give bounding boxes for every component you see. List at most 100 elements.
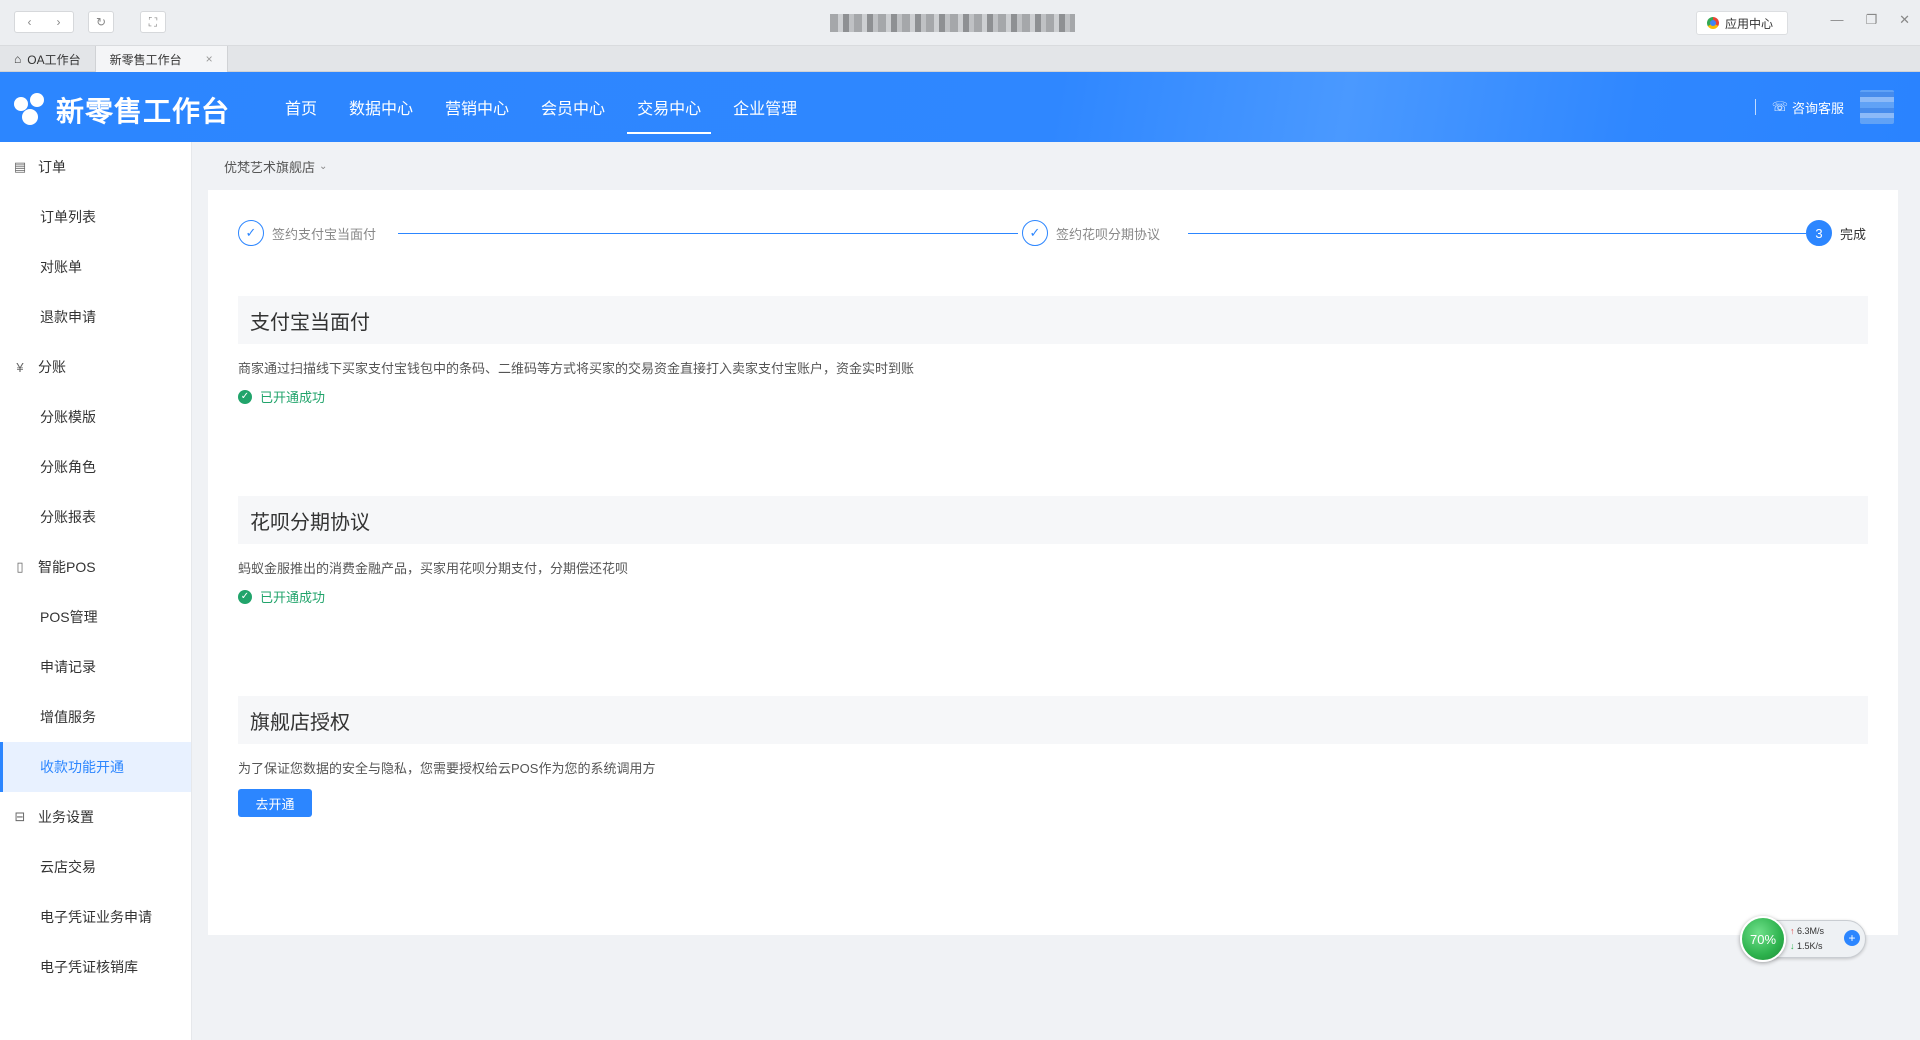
back-icon[interactable]: ‹ — [15, 15, 44, 29]
sidebar-item-e-voucher-application[interactable]: 电子凭证业务申请 — [0, 892, 191, 942]
tab-retail[interactable]: 新零售工作台 × — [95, 46, 228, 72]
sidebar-item-statement[interactable]: 对账单 — [0, 242, 191, 292]
app-header: 新零售工作台 首页 数据中心 营销中心 会员中心 交易中心 企业管理 ☏ 咨询客… — [0, 72, 1920, 142]
logo-icon — [14, 93, 48, 127]
window-controls: — ❐ ✕ — [1830, 12, 1910, 28]
browser-tabbar: ⌂ OA工作台 新零售工作台 × — [0, 46, 1920, 72]
sidebar-group-split[interactable]: ¥ 分账 — [0, 342, 191, 392]
section-title: 花呗分期协议 — [238, 496, 1868, 544]
tab-label: 新零售工作台 — [109, 52, 182, 67]
section-description: 商家通过扫描线下买家支付宝钱包中的条码、二维码等方式将买家的交易资金直接打入卖家… — [238, 361, 915, 376]
header-right: ☏ 咨询客服 — [1754, 72, 1920, 142]
close-window-icon[interactable]: ✕ — [1899, 12, 1910, 28]
sidebar: ▤ 订单 订单列表 对账单 退款申请 ¥ 分账 分账模版 分账角色 分账报表 ▯… — [0, 142, 192, 1040]
tab-label: OA工作台 — [27, 52, 81, 67]
section-description: 蚂蚁金服推出的消费金融产品，买家用花呗分期支付，分期偿还花呗 — [238, 561, 629, 576]
main-panel: ✓ 签约支付宝当面付 ✓ 签约花呗分期协议 3 完成 支付宝当面付 商家通过扫描… — [208, 190, 1898, 935]
step-number: 3 — [1806, 220, 1832, 246]
store-selector[interactable]: 优梵艺术旗舰店 ⌄ — [224, 157, 327, 176]
check-icon: ✓ — [1022, 220, 1048, 246]
sidebar-item-pos-management[interactable]: POS管理 — [0, 592, 191, 642]
yen-icon: ¥ — [16, 359, 24, 375]
speed-rates: ↑ 6.3M/s ↓ 1.5K/s — [1790, 924, 1824, 954]
section-title: 旗舰店授权 — [238, 696, 1868, 744]
plus-icon[interactable]: + — [1844, 930, 1860, 946]
nav-trade-center[interactable]: 交易中心 — [627, 72, 712, 142]
store-name: 优梵艺术旗舰店 — [224, 160, 316, 175]
reload-icon[interactable]: ↻ — [88, 11, 114, 33]
briefcase-icon: ⊟ — [14, 809, 26, 824]
step-1: ✓ 签约支付宝当面付 — [238, 220, 377, 246]
status-text: 已开通成功 — [260, 590, 326, 605]
customer-service-link[interactable]: ☏ 咨询客服 — [1772, 98, 1844, 117]
upload-arrow-icon: ↑ — [1790, 926, 1795, 936]
activate-button[interactable]: 去开通 — [238, 789, 312, 817]
back-forward-group: ‹ › — [14, 11, 74, 33]
section-title: 支付宝当面付 — [238, 296, 1868, 344]
section-description: 为了保证您数据的安全与隐私，您需要授权给云POS作为您的系统调用方 — [238, 761, 656, 776]
minimize-icon[interactable]: — — [1830, 12, 1843, 28]
nav-home[interactable]: 首页 — [275, 72, 327, 142]
app-title: 新零售工作台 — [56, 96, 231, 127]
divider — [1754, 99, 1756, 115]
sidebar-item-payment-activation[interactable]: 收款功能开通 — [0, 742, 191, 792]
app-center-button[interactable]: 应用中心 — [1696, 11, 1789, 35]
sidebar-group-label: 分账 — [38, 359, 66, 375]
fullscreen-icon[interactable]: ⛶ — [140, 11, 166, 33]
sidebar-item-split-report[interactable]: 分账报表 — [0, 492, 191, 542]
success-check-icon: ✓ — [238, 389, 252, 404]
sidebar-group-pos[interactable]: ▯ 智能POS — [0, 542, 191, 592]
nav-data-center[interactable]: 数据中心 — [339, 72, 423, 142]
sidebar-group-label: 订单 — [38, 159, 66, 175]
sidebar-item-split-template[interactable]: 分账模版 — [0, 392, 191, 442]
progress-steps: ✓ 签约支付宝当面付 ✓ 签约花呗分期协议 3 完成 — [238, 220, 1868, 246]
sidebar-group-orders[interactable]: ▤ 订单 — [0, 142, 191, 192]
sidebar-group-business-settings[interactable]: ⊟ 业务设置 — [0, 792, 191, 842]
nav-marketing-center[interactable]: 营销中心 — [435, 72, 519, 142]
address-bar-blurred[interactable] — [830, 14, 1075, 32]
step-label: 完成 — [1840, 226, 1867, 242]
service-label: 咨询客服 — [1791, 100, 1844, 116]
home-icon: ⌂ — [14, 52, 22, 66]
close-tab-icon[interactable]: × — [206, 52, 213, 66]
download-arrow-icon: ↓ — [1790, 941, 1795, 951]
nav-member-center[interactable]: 会员中心 — [531, 72, 615, 142]
step-label: 签约花呗分期协议 — [1056, 226, 1161, 242]
nav-enterprise-management[interactable]: 企业管理 — [723, 72, 807, 142]
success-check-icon: ✓ — [238, 589, 252, 604]
restore-icon[interactable]: ❐ — [1865, 12, 1877, 28]
pos-device-icon: ▯ — [16, 559, 24, 574]
section-alipay-face-to-face: 支付宝当面付 商家通过扫描线下买家支付宝钱包中的条码、二维码等方式将买家的交易资… — [238, 296, 1868, 406]
step-3: 3 完成 — [1806, 220, 1867, 246]
sidebar-item-refund[interactable]: 退款申请 — [0, 292, 191, 342]
status-text: 已开通成功 — [260, 390, 326, 405]
sidebar-item-split-role[interactable]: 分账角色 — [0, 442, 191, 492]
sidebar-group-label: 业务设置 — [38, 809, 94, 825]
status-badge: ✓ 已开通成功 — [238, 587, 1868, 606]
sidebar-item-e-voucher-redemption[interactable]: 电子凭证核销库 — [0, 942, 191, 992]
step-connector — [398, 233, 1018, 234]
step-connector — [1188, 233, 1808, 234]
status-badge: ✓ 已开通成功 — [238, 387, 1868, 406]
download-rate: 1.5K/s — [1797, 941, 1823, 951]
section-huabei-installment: 花呗分期协议 蚂蚁金服推出的消费金融产品，买家用花呗分期支付，分期偿还花呗 ✓ … — [238, 496, 1868, 606]
sidebar-item-value-added-services[interactable]: 增值服务 — [0, 692, 191, 742]
top-nav: 首页 数据中心 营销中心 会员中心 交易中心 企业管理 — [275, 72, 819, 142]
headset-icon: ☏ — [1771, 99, 1788, 114]
memory-usage-ball[interactable]: 70% — [1740, 916, 1786, 962]
section-flagship-authorization: 旗舰店授权 为了保证您数据的安全与隐私，您需要授权给云POS作为您的系统调用方 … — [238, 696, 1868, 817]
sidebar-item-application-records[interactable]: 申请记录 — [0, 642, 191, 692]
browser-nav-buttons: ‹ › ↻ ⛶ — [14, 11, 166, 33]
forward-icon[interactable]: › — [44, 15, 73, 29]
sidebar-group-label: 智能POS — [38, 559, 96, 575]
sidebar-item-cloud-store-trade[interactable]: 云店交易 — [0, 842, 191, 892]
app-center-label: 应用中心 — [1725, 16, 1774, 31]
avatar[interactable] — [1860, 90, 1894, 124]
app-center-icon — [1707, 17, 1719, 29]
check-icon: ✓ — [238, 220, 264, 246]
tab-oa[interactable]: ⌂ OA工作台 — [0, 46, 96, 72]
sidebar-item-order-list[interactable]: 订单列表 — [0, 192, 191, 242]
browser-toolbar: ‹ › ↻ ⛶ 应用中心 — ❐ ✕ — [0, 0, 1920, 46]
chevron-down-icon: ⌄ — [319, 161, 328, 172]
app-logo[interactable]: 新零售工作台 — [14, 90, 230, 130]
